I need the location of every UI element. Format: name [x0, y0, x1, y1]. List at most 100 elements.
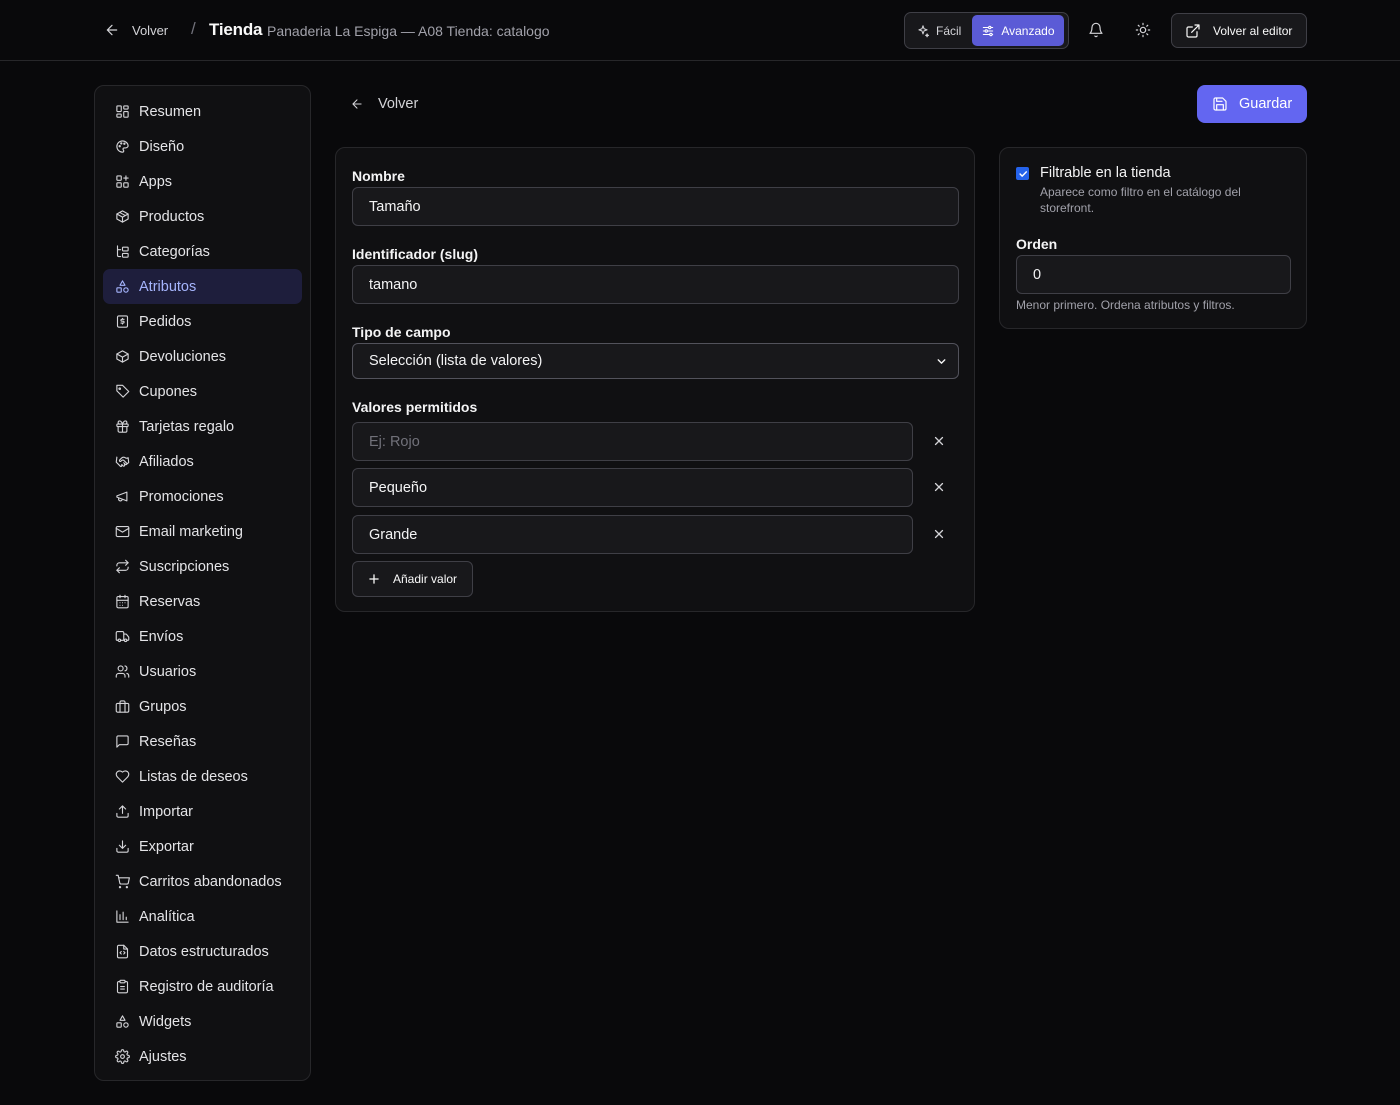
sidebar-item-resumen[interactable]: Resumen	[103, 94, 302, 129]
sidebar-item-label: Resumen	[139, 103, 202, 120]
close-icon	[934, 529, 944, 539]
back-to-editor-label: Volver al editor	[1213, 23, 1293, 38]
briefcase-icon	[115, 700, 130, 713]
mode-advanced-button[interactable]: Avanzado	[972, 15, 1064, 46]
sidebar-item-label: Devoluciones	[139, 348, 227, 365]
close-icon	[934, 482, 944, 492]
sidebar-item-cupones[interactable]: Cupones	[103, 374, 302, 409]
name-input[interactable]: Tamaño	[352, 187, 959, 226]
sidebar-item-listas-deseos[interactable]: Listas de deseos	[103, 759, 302, 794]
sidebar-item-label: Ajustes	[139, 1048, 187, 1065]
megaphone-icon	[116, 491, 128, 502]
sidebar-item-tarjetas-regalo[interactable]: Tarjetas regalo	[103, 409, 302, 444]
value-input[interactable]: Pequeño	[352, 468, 913, 507]
sidebar-item-label: Grupos	[139, 698, 187, 715]
sidebar-item-label: Cupones	[139, 383, 198, 400]
sidebar-item-productos[interactable]: Productos	[103, 199, 302, 234]
sidebar-item-label: Suscripciones	[139, 558, 230, 575]
sidebar-item-envios[interactable]: Envíos	[103, 619, 302, 654]
arrow-left-icon	[106, 24, 118, 36]
back-link[interactable]: Volver	[350, 94, 418, 114]
filterable-checkbox[interactable]	[1016, 167, 1029, 180]
sidebar-item-exportar[interactable]: Exportar	[103, 829, 302, 864]
breadcrumb-separator: /	[191, 19, 196, 38]
dashboard-icon	[116, 105, 129, 118]
remove-value-button[interactable]	[930, 432, 948, 450]
palette-icon	[116, 140, 129, 153]
back-link-label: Volver	[378, 96, 419, 112]
save-button[interactable]: Guardar	[1197, 85, 1307, 123]
remove-value-button[interactable]	[930, 478, 948, 496]
theme-toggle-button[interactable]	[1131, 18, 1155, 42]
topbar-back-link[interactable]: Volver	[104, 20, 168, 40]
bell-icon	[1089, 22, 1103, 38]
add-value-button[interactable]: Añadir valor	[352, 561, 473, 597]
calendar-icon	[116, 594, 129, 609]
remove-value-button[interactable]	[930, 525, 948, 543]
file-code-icon	[116, 944, 129, 959]
gift-icon	[116, 420, 129, 433]
sidebar-nav: Resumen Diseño Apps Productos Categorías…	[94, 85, 311, 1081]
sidebar-item-registro-auditoria[interactable]: Registro de auditoría	[103, 969, 302, 1004]
sidebar-item-atributos[interactable]: Atributos	[103, 269, 302, 304]
sidebar-item-label: Analítica	[139, 908, 195, 925]
mode-easy-button[interactable]: Fácil	[907, 15, 970, 46]
chevron-down-icon	[937, 358, 946, 364]
clipboard-icon	[116, 979, 129, 994]
sidebar-item-label: Apps	[139, 173, 173, 190]
sidebar-item-label: Envíos	[139, 628, 184, 645]
order-input[interactable]: 0	[1016, 255, 1291, 294]
sidebar-item-datos-estructurados[interactable]: Datos estructurados	[103, 934, 302, 969]
gear-icon	[115, 1049, 130, 1064]
mode-advanced-label: Avanzado	[1001, 23, 1055, 38]
sidebar-item-label: Datos estructurados	[139, 943, 269, 960]
topbar-back-label: Volver	[132, 22, 169, 38]
bar-chart-icon	[116, 910, 129, 923]
mode-toggle: Fácil Avanzado	[904, 12, 1069, 49]
sidebar-item-resenas[interactable]: Reseñas	[103, 724, 302, 759]
sidebar-item-suscripciones[interactable]: Suscripciones	[103, 549, 302, 584]
back-to-editor-button[interactable]: Volver al editor	[1171, 13, 1307, 48]
sidebar-item-afiliados[interactable]: Afiliados	[103, 444, 302, 479]
widgets-icon	[116, 1015, 129, 1028]
download-icon	[116, 840, 129, 853]
sidebar-item-widgets[interactable]: Widgets	[103, 1004, 302, 1039]
sidebar-item-categorias[interactable]: Categorías	[103, 234, 302, 269]
sidebar-item-label: Categorías	[139, 243, 210, 260]
top-bar: Volver / Tienda Panaderia La Espiga — A0…	[0, 0, 1400, 61]
sidebar-item-diseno[interactable]: Diseño	[103, 129, 302, 164]
sidebar-item-ajustes[interactable]: Ajustes	[103, 1039, 302, 1074]
sidebar-item-promociones[interactable]: Promociones	[103, 479, 302, 514]
sidebar-item-label: Reservas	[139, 593, 201, 610]
sidebar-item-label: Importar	[139, 803, 193, 820]
sidebar-item-analitica[interactable]: Analítica	[103, 899, 302, 934]
upload-icon	[116, 805, 129, 818]
order-label: Orden	[1016, 236, 1058, 252]
truck-icon	[115, 630, 130, 643]
save-icon	[1213, 97, 1227, 111]
sliders-icon	[983, 25, 994, 36]
value-input[interactable]: Grande	[352, 515, 913, 554]
name-label: Nombre	[352, 168, 405, 184]
sidebar-item-devoluciones[interactable]: Devoluciones	[103, 339, 302, 374]
value-input[interactable]: Ej: Rojo	[352, 422, 913, 461]
mail-icon	[115, 525, 130, 538]
sidebar-item-carritos-abandonados[interactable]: Carritos abandonados	[103, 864, 302, 899]
sidebar-item-apps[interactable]: Apps	[103, 164, 302, 199]
sidebar-item-label: Reseñas	[139, 733, 197, 750]
sidebar-item-importar[interactable]: Importar	[103, 794, 302, 829]
notifications-button[interactable]	[1084, 18, 1108, 42]
message-icon	[116, 735, 129, 748]
sidebar-item-pedidos[interactable]: Pedidos	[103, 304, 302, 339]
sidebar-item-grupos[interactable]: Grupos	[103, 689, 302, 724]
sidebar-item-reservas[interactable]: Reservas	[103, 584, 302, 619]
receipt-icon	[116, 315, 129, 328]
page-title: Tienda	[209, 20, 263, 39]
field-type-select[interactable]: Selección (lista de valores)	[352, 343, 959, 379]
sidebar-item-email-marketing[interactable]: Email marketing	[103, 514, 302, 549]
shapes-icon	[116, 280, 129, 293]
sidebar-item-usuarios[interactable]: Usuarios	[103, 654, 302, 689]
heart-icon	[115, 770, 130, 783]
slug-input[interactable]: tamano	[352, 265, 959, 304]
cart-icon	[115, 874, 130, 889]
